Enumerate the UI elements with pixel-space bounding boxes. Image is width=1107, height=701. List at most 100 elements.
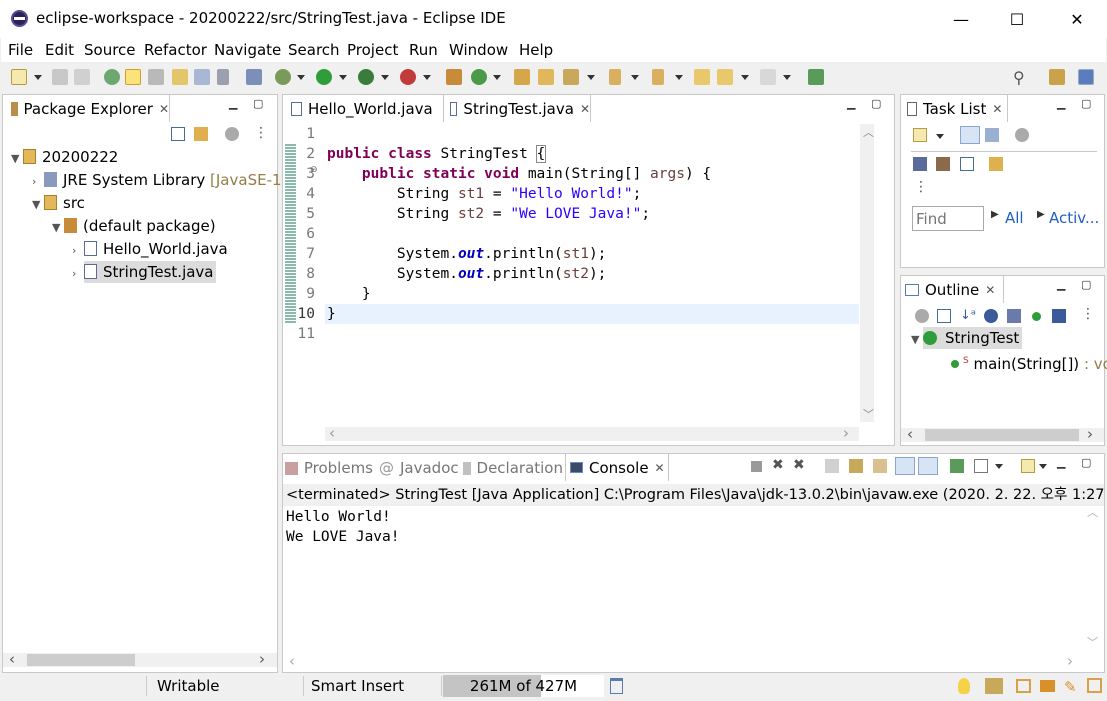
tab-console[interactable]: Console ✕ (565, 453, 669, 481)
horizontal-scrollbar[interactable]: ‹ › (3, 650, 277, 668)
view-menu-icon[interactable]: ⋮ (914, 179, 928, 195)
tree-item-hello-world[interactable]: › Hello_World.java (72, 238, 228, 260)
scroll-down-icon[interactable]: ﹀ (1087, 634, 1098, 650)
tab-problems[interactable]: Problems (285, 454, 373, 482)
hide-fields-icon[interactable] (984, 309, 998, 323)
scroll-left-icon[interactable]: ‹ (9, 650, 15, 668)
display-console-icon[interactable] (974, 459, 988, 473)
filters-icon[interactable] (915, 309, 929, 323)
tree-item-project[interactable]: ▼ 20200222 (11, 146, 118, 168)
next-edit-dropdown-icon[interactable] (631, 75, 639, 80)
open-task-icon[interactable] (538, 69, 554, 85)
prev-edit-icon[interactable] (652, 69, 664, 85)
scroll-right-icon[interactable]: › (1087, 425, 1093, 443)
hide-static-icon[interactable] (1007, 309, 1021, 323)
scroll-lock-icon[interactable] (849, 459, 863, 473)
outline-horizontal-scrollbar[interactable]: ‹ › (901, 425, 1104, 443)
run-dropdown-icon[interactable] (339, 75, 347, 80)
new-class-dropdown-icon[interactable] (493, 75, 501, 80)
menu-file[interactable]: File (8, 41, 33, 59)
toggle-editor-icon[interactable] (148, 69, 164, 85)
tree-item-jre[interactable]: › JRE System Library [JavaSE-13] (32, 169, 297, 191)
terminate-icon[interactable] (751, 461, 762, 472)
save-all-icon[interactable] (74, 69, 90, 85)
lightbulb-icon[interactable] (958, 678, 970, 694)
whitespace-icon[interactable] (217, 69, 229, 85)
java-perspective-icon[interactable] (1078, 69, 1094, 85)
view-menu-icon[interactable]: ⋮ (254, 125, 268, 141)
editor-horizontal-scrollbar[interactable]: ‹ › (325, 424, 859, 442)
scroll-up-icon[interactable]: ︿ (1087, 504, 1098, 520)
console-horizontal-scrollbar[interactable]: ‹ › (283, 652, 1083, 670)
grid-icon[interactable] (1087, 678, 1102, 693)
open-console-icon[interactable] (1021, 459, 1035, 473)
filter-completed-icon[interactable] (1015, 128, 1029, 142)
maximize-button[interactable]: ☐ (989, 0, 1045, 38)
build-icon[interactable] (104, 69, 120, 85)
scroll-right-icon[interactable]: › (843, 424, 849, 442)
categorized-icon[interactable] (960, 126, 980, 144)
console-vertical-scrollbar[interactable]: ︿ ﹀ (1083, 506, 1102, 652)
clear-console-icon[interactable] (825, 459, 839, 473)
scroll-right-icon[interactable]: › (259, 650, 265, 668)
scroll-left-icon[interactable]: ‹ (907, 425, 913, 443)
open-perspective-status-icon[interactable] (985, 678, 1003, 694)
tree-item-stringtest[interactable]: › StringTest.java (72, 261, 216, 283)
pin-editor-icon[interactable] (808, 69, 824, 85)
synchronize-icon[interactable] (989, 157, 1003, 171)
menu-window[interactable]: Window (449, 41, 508, 59)
forward-icon[interactable] (760, 69, 776, 85)
search-dropdown-icon[interactable] (587, 75, 595, 80)
close-icon[interactable]: ✕ (985, 283, 995, 297)
skip-breakpoints-icon[interactable] (246, 69, 262, 85)
new-java-package-icon[interactable] (446, 69, 462, 85)
back-dropdown-icon[interactable] (741, 75, 749, 80)
minimize-view-icon[interactable]: ▁ (1057, 278, 1065, 291)
menu-refactor[interactable]: Refactor (144, 41, 207, 59)
tab-hello-world[interactable]: Hello_World.java (287, 95, 437, 123)
show-stderr-icon[interactable] (918, 457, 938, 475)
vertical-scrollbar[interactable]: ︿ ﹀ (860, 124, 874, 422)
forward-dropdown-icon[interactable] (783, 75, 791, 80)
menu-project[interactable]: Project (347, 41, 398, 59)
save-icon[interactable] (52, 69, 68, 85)
scroll-up-icon[interactable]: ︿ (863, 124, 874, 140)
prev-edit-dropdown-icon[interactable] (675, 75, 683, 80)
scroll-thumb[interactable] (27, 654, 135, 666)
tree-item-default-package[interactable]: ▼ (default package) (52, 215, 216, 237)
remove-all-launches-icon[interactable]: ✖ (793, 457, 805, 473)
hide-non-public-icon[interactable] (1032, 312, 1041, 321)
next-annotation-icon[interactable] (172, 69, 188, 85)
tab-outline[interactable]: Outline ✕ (900, 275, 1004, 303)
block-selection-icon[interactable] (194, 69, 210, 85)
tab-stringtest[interactable]: StringTest.java ✕ (443, 94, 591, 122)
external-tools-icon[interactable] (400, 69, 416, 85)
collapse-all-icon[interactable] (171, 127, 185, 141)
maximize-view-icon[interactable]: ▢ (1081, 456, 1091, 469)
minimize-button[interactable]: — (933, 0, 989, 38)
new-task-dropdown-icon[interactable] (936, 134, 944, 139)
scheduled-icon[interactable] (985, 128, 999, 142)
maximize-view-icon[interactable]: ▢ (253, 97, 263, 110)
debug-icon[interactable] (275, 69, 291, 85)
link-with-editor-icon[interactable] (194, 127, 208, 141)
search-tool-icon[interactable] (563, 69, 579, 85)
new-task-icon[interactable] (913, 128, 927, 142)
close-icon[interactable]: ✕ (580, 102, 590, 116)
close-icon[interactable]: ✕ (992, 102, 1002, 116)
view-menu-icon[interactable]: ⋮ (1081, 306, 1095, 322)
activate-link[interactable]: Activ... (1049, 209, 1099, 227)
next-edit-icon[interactable] (609, 69, 621, 85)
scroll-left-icon[interactable]: ‹ (289, 652, 295, 670)
outline-item-method[interactable]: S main(String[]) : voi (951, 350, 1107, 373)
sort-icon[interactable]: ↓ᵃ (960, 308, 976, 323)
code-editor[interactable]: public class StringTest { public static … (327, 144, 711, 324)
heap-status[interactable]: 261M of 427M (443, 675, 604, 697)
close-icon[interactable]: ✕ (655, 461, 665, 475)
hide-local-types-icon[interactable] (1052, 309, 1066, 323)
new-java-class-icon[interactable] (471, 69, 487, 85)
filters-icon[interactable] (225, 127, 239, 141)
last-edit-location-icon[interactable] (694, 69, 710, 85)
open-console-dropdown-icon[interactable] (1039, 464, 1047, 469)
coverage-icon[interactable] (358, 69, 374, 85)
